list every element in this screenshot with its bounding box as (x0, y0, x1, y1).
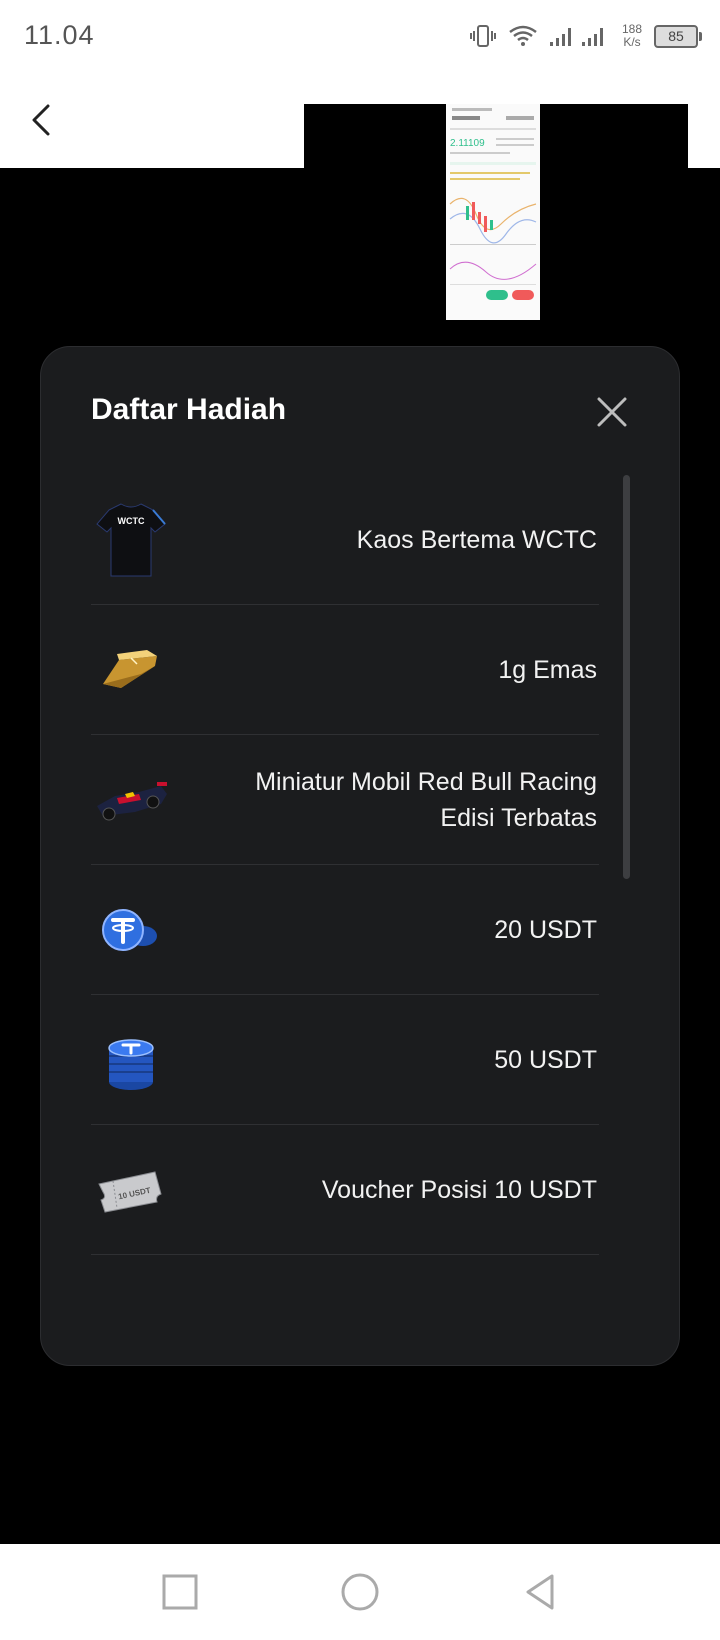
dialog-title: Daftar Hadiah (91, 393, 287, 426)
voucher-ticket-icon: 10 USDT (98, 1171, 162, 1213)
prize-label: 1g Emas (498, 656, 597, 684)
status-icons: 188 K/s 85 (469, 18, 702, 54)
thumbnail-phone: 2.11109 (446, 104, 540, 320)
tshirt-icon: WCTC (96, 503, 166, 577)
prize-row: 20 USDT (91, 865, 599, 995)
prize-row: 50 USDT (91, 995, 599, 1125)
usdt-coin-stack-icon (108, 1039, 154, 1090)
prize-label (197, 1255, 597, 1305)
status-time: 11.04 (24, 20, 95, 50)
trading-app-thumbnail-icon: 2.11109 (446, 104, 540, 320)
tshirt-text: WCTC (118, 516, 145, 526)
wifi-icon (509, 25, 537, 46)
prize-row: 1g Emas (91, 605, 599, 735)
partial-item-icon (95, 1280, 167, 1305)
vibrate-icon (469, 25, 496, 47)
triangle-back-icon[interactable] (518, 1570, 562, 1614)
square-icon[interactable] (158, 1570, 202, 1614)
scrollbar[interactable] (623, 475, 630, 879)
prize-label: Miniatur Mobil Red Bull Racing Edisi Ter… (255, 768, 597, 832)
thumbnail-price: 2.11109 (450, 138, 485, 149)
prize-list: WCTC Kaos Bertema WCTC 1g Emas Miniatur … (91, 475, 599, 1305)
prize-label: 50 USDT (494, 1046, 597, 1074)
race-car-icon (97, 782, 167, 821)
gold-bar-icon (103, 650, 157, 688)
prize-row: WCTC Kaos Bertema WCTC (91, 475, 599, 605)
prize-row (91, 1255, 599, 1305)
battery-icon: 85 (654, 24, 702, 48)
chevron-left-icon[interactable] (24, 100, 60, 140)
close-icon[interactable] (595, 395, 629, 429)
prize-row: Miniatur Mobil Red Bull Racing Edisi Ter… (91, 735, 599, 865)
prize-label: 20 USDT (494, 916, 597, 944)
prize-row: 10 USDT Voucher Posisi 10 USDT (91, 1125, 599, 1255)
prize-label: Voucher Posisi 10 USDT (321, 1176, 597, 1204)
signal-icon (549, 28, 603, 46)
prize-label: Kaos Bertema WCTC (356, 526, 597, 554)
net-speed-unit: K/s (623, 35, 641, 49)
screenshot-thumbnail[interactable]: 2.11109 (304, 104, 688, 320)
prize-list-dialog: Daftar Hadiah WCTC Kaos Bertema WCTC 1g … (40, 346, 680, 1366)
net-speed: 188 K/s (622, 23, 642, 49)
usdt-coin-icon (102, 909, 157, 951)
status-bar: 11.04 188 K/s 85 (0, 0, 720, 72)
system-nav-bar (0, 1544, 720, 1640)
circle-icon[interactable] (338, 1570, 382, 1614)
